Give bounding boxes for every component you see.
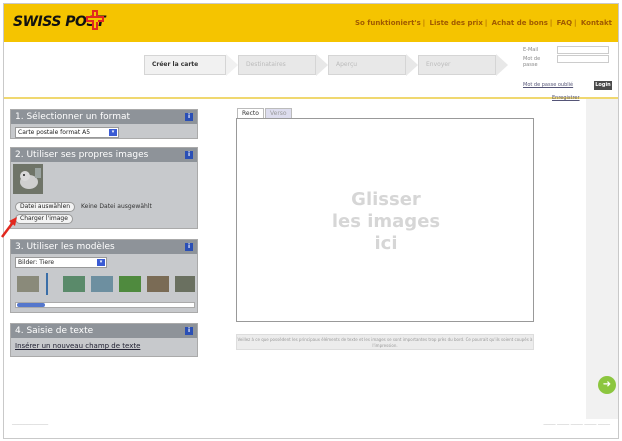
- template-thumb[interactable]: [17, 276, 39, 292]
- insert-text-field-link[interactable]: Insérer un nouveau champ de texte: [15, 342, 140, 350]
- step-create-card[interactable]: Créer la carte: [144, 54, 238, 76]
- register-link[interactable]: Enregistrer: [552, 95, 580, 101]
- print-margin-notice: Veillez à ce que possèdent les principau…: [236, 334, 534, 350]
- step-recipients[interactable]: Destinataires: [238, 54, 328, 76]
- info-icon[interactable]: i: [185, 113, 193, 121]
- upload-image-button[interactable]: Charger l'image: [15, 214, 73, 224]
- footer-right: ──── ──── ──── ──── ────: [543, 422, 610, 428]
- swiss-cross-icon: [86, 10, 106, 30]
- template-thumb[interactable]: [46, 273, 48, 295]
- tab-verso[interactable]: Verso: [265, 108, 292, 118]
- panel-images-title: 2. Utiliser ses propres images i: [11, 148, 197, 162]
- nav-contact[interactable]: Kontakt: [581, 19, 612, 27]
- header: SWISS POST So funktioniert's | Liste des …: [4, 4, 618, 42]
- top-nav: So funktioniert's | Liste des prix | Achat…: [355, 19, 612, 27]
- page-frame: SWISS POST So funktioniert's | Liste des …: [3, 3, 619, 439]
- panel-text-title: 4. Saisie de texte i: [11, 324, 197, 338]
- steps-bar: Créer la carte Destinataires Aperçu Envo…: [4, 42, 618, 101]
- step-send[interactable]: Envoyer: [418, 54, 508, 76]
- panel-own-images: 2. Utiliser ses propres images i Datei a…: [10, 147, 198, 229]
- footer-left: ────────────: [12, 422, 49, 428]
- template-thumb[interactable]: [147, 276, 169, 292]
- card-editor: Recto Verso Glisser les images ici: [236, 108, 536, 323]
- nav-how-it-works[interactable]: So funktioniert's: [355, 19, 421, 27]
- format-select[interactable]: Carte postale format A5 ▾: [15, 127, 119, 138]
- template-thumb[interactable]: [63, 276, 85, 292]
- template-thumb[interactable]: [119, 276, 141, 292]
- image-drop-zone[interactable]: Glisser les images ici: [236, 118, 534, 322]
- panel-format: 1. Sélectionner un format i Carte postal…: [10, 109, 198, 139]
- login-box: E-Mail Mot de passe Mot de passe oublié …: [520, 46, 614, 101]
- nav-price-list[interactable]: Liste des prix: [430, 19, 483, 27]
- drop-hint: Glisser les images ici: [331, 189, 441, 254]
- template-thumb[interactable]: [91, 276, 113, 292]
- info-icon[interactable]: i: [185, 327, 193, 335]
- cat-photo-icon: [13, 164, 43, 194]
- info-icon[interactable]: i: [185, 151, 193, 159]
- nav-buy-vouchers[interactable]: Achat de bons: [492, 19, 548, 27]
- panel-text: 4. Saisie de texte i Insérer un nouveau …: [10, 323, 198, 357]
- panel-templates-title: 3. Utiliser les modèles i: [11, 240, 197, 254]
- email-label: E-Mail: [523, 47, 539, 53]
- step-preview[interactable]: Aperçu: [328, 54, 418, 76]
- panel-format-title: 1. Sélectionner un format i: [11, 110, 197, 124]
- password-label: Mot de passe: [523, 56, 541, 68]
- template-thumb[interactable]: [175, 276, 195, 292]
- tab-recto[interactable]: Recto: [237, 108, 264, 118]
- forgot-password-link[interactable]: Mot de passe oublié: [523, 82, 573, 88]
- red-pointer-arrow-icon: [1, 217, 17, 238]
- chevron-down-icon: ▾: [109, 129, 117, 136]
- template-category-select[interactable]: Bilder: Tiere ▾: [15, 257, 107, 268]
- email-field[interactable]: [557, 46, 609, 54]
- info-icon[interactable]: i: [185, 243, 193, 251]
- uploaded-image-thumbnail[interactable]: [13, 164, 43, 194]
- right-rail: [586, 99, 618, 419]
- scrollbar-thumb[interactable]: [17, 303, 45, 307]
- panel-templates: 3. Utiliser les modèles i Bilder: Tiere …: [10, 239, 198, 313]
- login-button[interactable]: Login: [594, 81, 612, 90]
- templates-scrollbar[interactable]: [15, 302, 195, 308]
- chevron-down-icon: ▾: [97, 259, 105, 266]
- password-field[interactable]: [557, 55, 609, 63]
- nav-faq[interactable]: FAQ: [557, 19, 572, 27]
- next-arrow-icon[interactable]: ➜: [598, 376, 616, 394]
- no-file-label: Keine Datei ausgewählt: [81, 203, 152, 210]
- choose-file-button[interactable]: Datei auswählen: [15, 202, 76, 212]
- footer: ──────────── ──── ──── ──── ──── ────: [4, 418, 618, 438]
